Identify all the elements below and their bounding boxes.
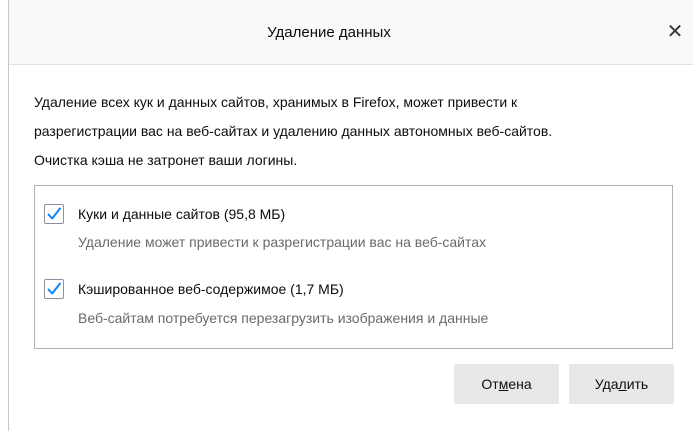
cookies-checkbox[interactable]	[44, 204, 64, 224]
cancel-label-pre: От	[481, 376, 499, 392]
cache-checkbox[interactable]	[44, 279, 64, 299]
cancel-button[interactable]: Отмена	[454, 364, 559, 404]
checkmark-icon	[47, 282, 61, 295]
cookies-sublabel: Удаление может привести к разрегистрации…	[78, 234, 487, 250]
cache-sublabel: Веб-сайтам потребуется перезагрузить изо…	[78, 310, 489, 326]
options-box: Куки и данные сайтов (95,8 МБ) Удаление …	[34, 185, 673, 349]
description-line-1: Удаление всех кук и данных сайтов, храни…	[34, 94, 518, 110]
description-line-2: разрегистрации вас на веб-сайтах и удале…	[34, 123, 553, 139]
dialog-title: Удаление данных	[267, 24, 391, 41]
dialog-description: Удаление всех кук и данных сайтов, храни…	[34, 88, 674, 175]
cancel-accesskey: м	[498, 376, 509, 392]
description-line-3: Очистка кэша не затронет ваши логины.	[34, 152, 298, 168]
cache-label[interactable]: Кэшированное веб-содержимое (1,7 МБ)	[78, 281, 344, 297]
delete-label-pre: Уда	[594, 376, 619, 392]
delete-button[interactable]: Удалить	[569, 364, 674, 404]
cookies-label[interactable]: Куки и данные сайтов (95,8 МБ)	[78, 206, 285, 222]
clear-data-dialog: Удаление данных ✕ Удаление всех кук и да…	[8, 0, 693, 431]
delete-accesskey: л	[618, 376, 627, 392]
checkmark-icon	[47, 207, 61, 220]
cancel-label-post: ена	[508, 376, 532, 392]
dialog-titlebar: Удаление данных ✕	[9, 0, 693, 65]
close-icon[interactable]: ✕	[661, 18, 689, 46]
delete-label-post: ить	[626, 376, 649, 392]
